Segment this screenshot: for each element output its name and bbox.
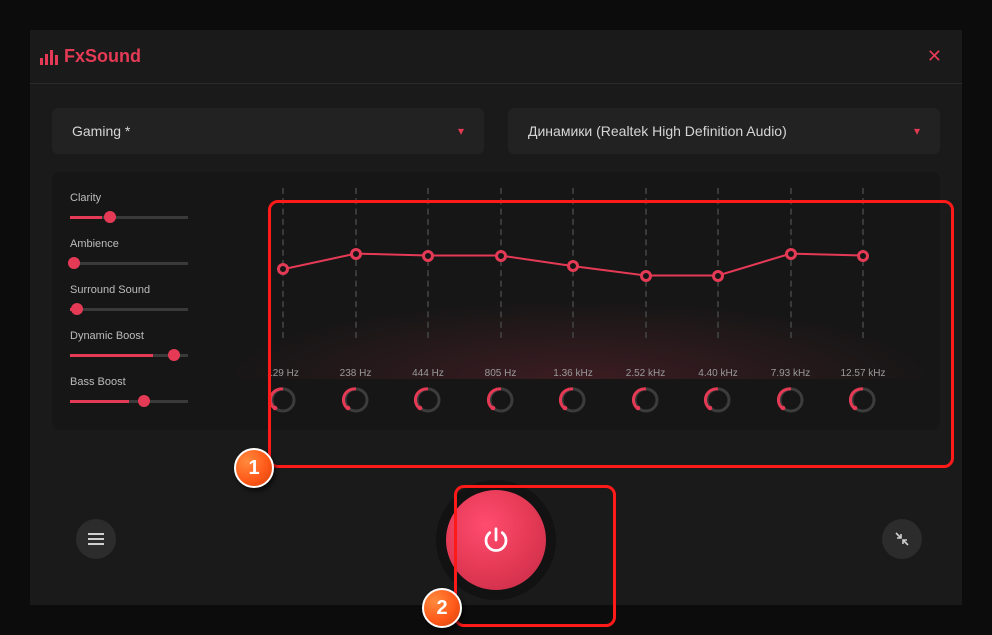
preset-select[interactable]: Gaming * ▾ [52, 108, 484, 154]
annotation-badge-2: 2 [422, 588, 462, 628]
eq-knob[interactable] [777, 386, 805, 419]
eq-freq-label: 444 Hz [412, 368, 444, 379]
eq-gridline [427, 188, 429, 338]
titlebar: FxSound ✕ [30, 30, 962, 84]
eq-freq-label: 2.52 kHz [626, 368, 665, 379]
eq-point[interactable] [857, 250, 869, 262]
content-area: Gaming * ▾ Динамики (Realtek High Defini… [30, 84, 962, 430]
preset-label: Gaming * [72, 123, 130, 139]
surround-slider[interactable]: Surround Sound [70, 284, 218, 314]
ambience-label: Ambience [70, 238, 218, 250]
eq-point[interactable] [495, 250, 507, 262]
eq-gridline [645, 188, 647, 338]
eq-point[interactable] [640, 270, 652, 282]
eq-gridline [717, 188, 719, 338]
eq-gridline [862, 188, 864, 338]
close-icon[interactable]: ✕ [927, 46, 942, 67]
eq-knob[interactable] [269, 386, 297, 419]
main-panel: Clarity Ambience Surround Sound Dynamic … [52, 172, 940, 430]
menu-icon [88, 533, 104, 535]
eq-freq-label: 12.57 kHz [840, 368, 885, 379]
eq-freq-label: 4.40 kHz [698, 368, 737, 379]
equalizer: 129 Hz 238 Hz 444 Hz 805 Hz 1.36 kHz 2.52 kHz… [218, 188, 940, 414]
eq-freq-label: 1.36 kHz [553, 368, 592, 379]
app-window: FxSound ✕ Gaming * ▾ Динамики (Realtek H… [30, 30, 962, 605]
eq-knob[interactable] [632, 386, 660, 419]
minimize-button[interactable] [882, 519, 922, 559]
eq-freq-label: 238 Hz [340, 368, 372, 379]
top-select-row: Gaming * ▾ Динамики (Realtek High Defini… [52, 108, 940, 154]
eq-point[interactable] [277, 263, 289, 275]
dynamic-boost-label: Dynamic Boost [70, 330, 218, 342]
eq-gridline [790, 188, 792, 338]
chevron-down-icon: ▾ [458, 124, 464, 138]
menu-button[interactable] [76, 519, 116, 559]
eq-knob[interactable] [704, 386, 732, 419]
eq-knob[interactable] [559, 386, 587, 419]
app-logo: FxSound [40, 46, 141, 67]
device-label: Динамики (Realtek High Definition Audio) [528, 123, 787, 139]
device-select[interactable]: Динамики (Realtek High Definition Audio)… [508, 108, 940, 154]
eq-point[interactable] [350, 248, 362, 260]
surround-label: Surround Sound [70, 284, 218, 296]
eq-point[interactable] [712, 270, 724, 282]
bass-boost-label: Bass Boost [70, 376, 218, 388]
collapse-icon [894, 531, 910, 547]
eq-point[interactable] [567, 260, 579, 272]
eq-knob[interactable] [849, 386, 877, 419]
eq-freq-label: 805 Hz [485, 368, 517, 379]
eq-gridline [500, 188, 502, 338]
eq-point[interactable] [785, 248, 797, 260]
clarity-slider[interactable]: Clarity [70, 192, 218, 222]
clarity-label: Clarity [70, 192, 218, 204]
power-button[interactable] [446, 490, 546, 590]
chevron-down-icon: ▾ [914, 124, 920, 138]
app-name: FxSound [64, 46, 141, 67]
bottom-bar [30, 475, 962, 605]
effect-sliders: Clarity Ambience Surround Sound Dynamic … [70, 188, 218, 414]
dynamic-boost-slider[interactable]: Dynamic Boost [70, 330, 218, 360]
ambience-slider[interactable]: Ambience [70, 238, 218, 268]
eq-knob[interactable] [414, 386, 442, 419]
eq-freq-label: 129 Hz [267, 368, 299, 379]
power-icon [481, 525, 511, 555]
logo-bars-icon [40, 49, 58, 65]
eq-freq-label: 7.93 kHz [771, 368, 810, 379]
eq-graph: 129 Hz238 Hz444 Hz805 Hz1.36 kHz2.52 kHz… [253, 188, 893, 358]
eq-point[interactable] [422, 250, 434, 262]
eq-gridline [355, 188, 357, 338]
annotation-badge-1: 1 [234, 448, 274, 488]
eq-knob[interactable] [342, 386, 370, 419]
eq-knob[interactable] [487, 386, 515, 419]
bass-boost-slider[interactable]: Bass Boost [70, 376, 218, 406]
